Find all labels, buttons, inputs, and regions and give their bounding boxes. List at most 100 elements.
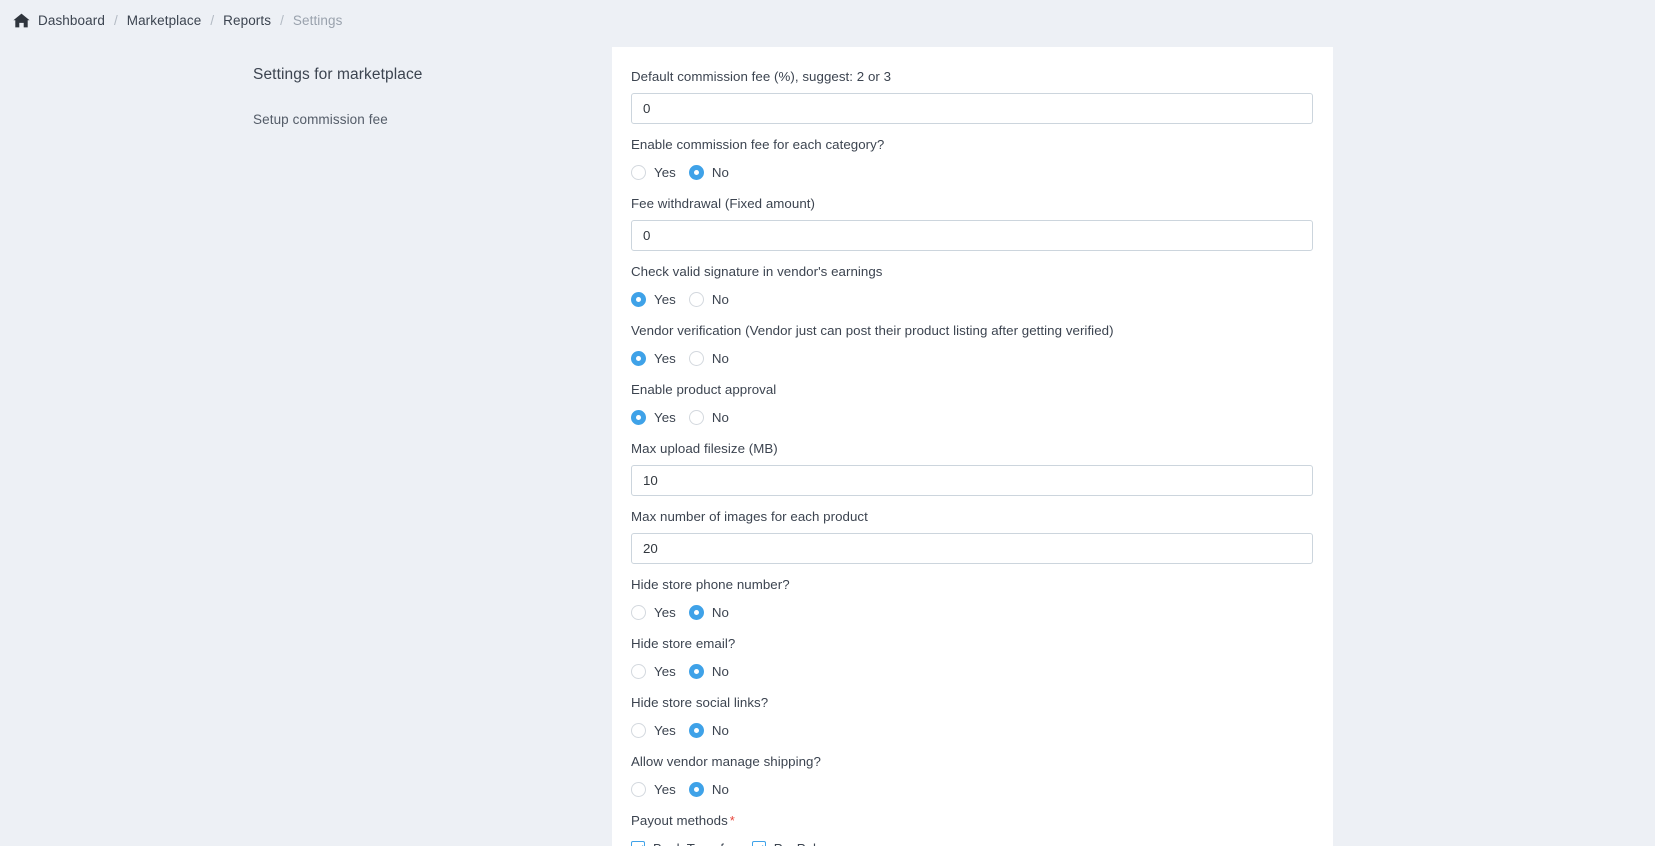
radio-label: Yes — [654, 291, 676, 307]
radio-hide-store-email-yes[interactable]: Yes — [631, 663, 676, 679]
label-payout-methods: Payout methods * — [631, 811, 1314, 831]
field-enable-commission-per-category: Enable commission fee for each category?… — [631, 135, 1314, 183]
radio-indicator — [631, 409, 646, 425]
breadcrumb: Dashboard / Marketplace / Reports / Sett… — [0, 0, 1655, 41]
radio-label: No — [711, 604, 729, 620]
field-fee-withdrawal: Fee withdrawal (Fixed amount) — [631, 194, 1314, 251]
radio-check-valid-signature-no[interactable]: No — [688, 291, 729, 307]
radio-label: Yes — [654, 663, 676, 679]
label-payout-methods-text: Payout methods — [631, 813, 728, 828]
radio-group-enable-commission-per-category: Yes No — [631, 161, 1314, 183]
radio-indicator — [631, 604, 646, 620]
radio-indicator — [688, 350, 704, 366]
radio-indicator — [688, 291, 704, 307]
checkbox-label: PayPal — [774, 841, 816, 846]
check-indicator — [751, 841, 766, 846]
radio-label: No — [711, 409, 729, 425]
radio-indicator — [631, 291, 646, 307]
label-fee-withdrawal: Fee withdrawal (Fixed amount) — [631, 196, 815, 211]
field-max-upload-filesize: Max upload filesize (MB) — [631, 439, 1314, 496]
label-max-upload-filesize: Max upload filesize (MB) — [631, 441, 778, 456]
page-title: Settings for marketplace — [253, 66, 423, 83]
field-check-valid-signature: Check valid signature in vendor's earnin… — [631, 262, 1314, 310]
radio-group-check-valid-signature: Yes No — [631, 288, 1314, 310]
radio-allow-vendor-shipping-no[interactable]: No — [688, 781, 729, 797]
check-indicator — [631, 841, 645, 846]
radio-indicator — [688, 663, 704, 679]
radio-hide-store-phone-yes[interactable]: Yes — [631, 604, 676, 620]
radio-indicator — [688, 781, 704, 797]
radio-label: No — [711, 350, 729, 366]
radio-vendor-verification-no[interactable]: No — [688, 350, 729, 366]
label-check-valid-signature: Check valid signature in vendor's earnin… — [631, 264, 883, 279]
radio-indicator — [688, 604, 704, 620]
field-hide-store-social: Hide store social links? Yes No — [631, 693, 1314, 741]
breadcrumb-item-reports[interactable]: Reports — [223, 13, 271, 28]
radio-enable-product-approval-yes[interactable]: Yes — [631, 409, 676, 425]
radio-hide-store-social-no[interactable]: No — [688, 722, 729, 738]
settings-form-card: Default commission fee (%), suggest: 2 o… — [612, 47, 1333, 846]
radio-label: Yes — [654, 722, 676, 738]
checkbox-payout-bank-transfer[interactable]: Bank Transfer — [631, 841, 736, 846]
breadcrumb-separator: / — [210, 13, 215, 28]
radio-enable-commission-per-category-no[interactable]: No — [688, 164, 729, 180]
radio-group-hide-store-social: Yes No — [631, 719, 1314, 741]
label-max-images-per-product: Max number of images for each product — [631, 509, 868, 524]
radio-indicator — [631, 722, 646, 738]
page-subtitle: Setup commission fee — [253, 112, 388, 127]
required-asterisk: * — [729, 813, 735, 828]
field-default-commission-fee: Default commission fee (%), suggest: 2 o… — [631, 67, 1314, 124]
label-default-commission-fee: Default commission fee (%), suggest: 2 o… — [631, 69, 892, 84]
radio-group-hide-store-phone: Yes No — [631, 601, 1314, 623]
radio-group-hide-store-email: Yes No — [631, 660, 1314, 682]
checkbox-payout-paypal[interactable]: PayPal — [751, 841, 816, 846]
page-body: Settings for marketplace Setup commissio… — [0, 41, 1655, 846]
input-max-images-per-product[interactable] — [631, 533, 1313, 564]
radio-label: No — [711, 164, 729, 180]
radio-label: No — [711, 291, 729, 307]
input-max-upload-filesize[interactable] — [631, 465, 1313, 496]
field-allow-vendor-shipping: Allow vendor manage shipping? Yes No — [631, 752, 1314, 800]
radio-label: Yes — [654, 350, 676, 366]
field-hide-store-phone: Hide store phone number? Yes No — [631, 575, 1314, 623]
field-hide-store-email: Hide store email? Yes No — [631, 634, 1314, 682]
field-vendor-verification: Vendor verification (Vendor just can pos… — [631, 321, 1314, 369]
radio-label: No — [711, 781, 729, 797]
radio-label: No — [711, 663, 729, 679]
radio-group-enable-product-approval: Yes No — [631, 406, 1314, 428]
radio-hide-store-email-no[interactable]: No — [688, 663, 729, 679]
field-max-images-per-product: Max number of images for each product — [631, 507, 1314, 564]
radio-label: Yes — [654, 164, 676, 180]
radio-indicator — [631, 781, 646, 797]
radio-check-valid-signature-yes[interactable]: Yes — [631, 291, 676, 307]
label-allow-vendor-shipping: Allow vendor manage shipping? — [631, 754, 821, 769]
radio-hide-store-phone-no[interactable]: No — [688, 604, 729, 620]
breadcrumb-item-dashboard[interactable]: Dashboard — [38, 13, 105, 28]
radio-vendor-verification-yes[interactable]: Yes — [631, 350, 676, 366]
breadcrumb-item-marketplace[interactable]: Marketplace — [127, 13, 202, 28]
label-hide-store-social: Hide store social links? — [631, 695, 769, 710]
radio-allow-vendor-shipping-yes[interactable]: Yes — [631, 781, 676, 797]
label-hide-store-email: Hide store email? — [631, 636, 736, 651]
radio-hide-store-social-yes[interactable]: Yes — [631, 722, 676, 738]
radio-group-vendor-verification: Yes No — [631, 347, 1314, 369]
radio-indicator — [631, 350, 646, 366]
label-hide-store-phone: Hide store phone number? — [631, 577, 790, 592]
checkbox-label: Bank Transfer — [653, 841, 736, 846]
breadcrumb-separator: / — [280, 13, 284, 28]
radio-indicator — [688, 164, 704, 180]
checkbox-group-payout-methods: Bank Transfer PayPal — [631, 837, 1314, 846]
radio-enable-product-approval-no[interactable]: No — [688, 409, 729, 425]
radio-label: Yes — [654, 409, 676, 425]
field-enable-product-approval: Enable product approval Yes No — [631, 380, 1314, 428]
label-enable-product-approval: Enable product approval — [631, 382, 777, 397]
home-icon[interactable] — [13, 13, 30, 28]
breadcrumb-separator: / — [113, 13, 118, 28]
radio-label: Yes — [654, 781, 676, 797]
radio-enable-commission-per-category-yes[interactable]: Yes — [631, 164, 676, 180]
field-payout-methods: Payout methods* Bank Transfer PayPal — [631, 811, 1314, 846]
input-fee-withdrawal[interactable] — [631, 220, 1313, 251]
label-vendor-verification: Vendor verification (Vendor just can pos… — [631, 323, 1114, 338]
input-default-commission-fee[interactable] — [631, 93, 1313, 124]
label-enable-commission-per-category: Enable commission fee for each category? — [631, 137, 885, 152]
